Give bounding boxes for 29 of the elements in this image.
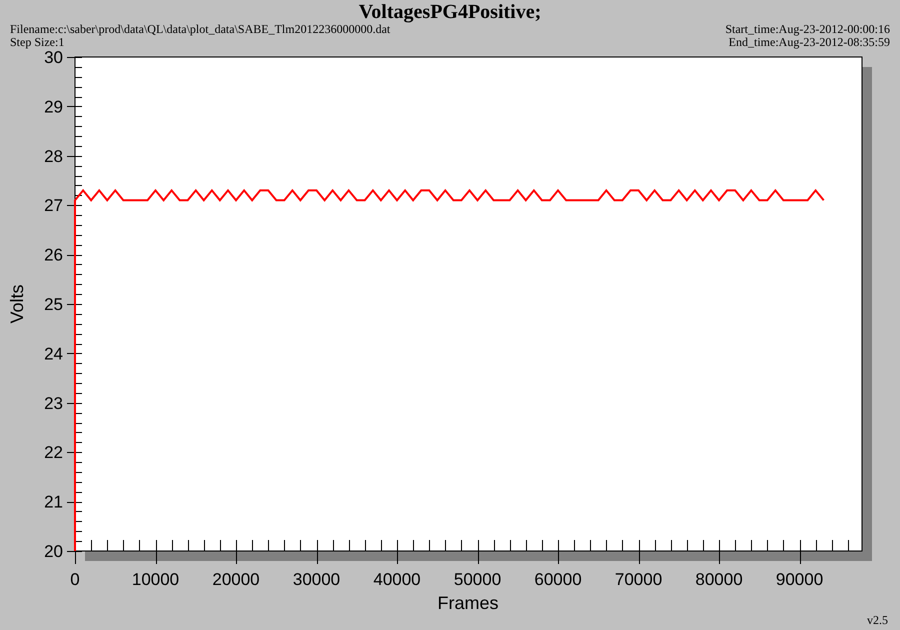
y-axis-title: Volts (7, 284, 27, 324)
y-tick-label: 22 (44, 443, 63, 462)
start-time-label: Start_time:Aug-23-2012-00:00:16 (725, 23, 890, 36)
y-tick-label: 29 (44, 97, 63, 116)
x-tick-label: 30000 (292, 570, 340, 589)
x-tick-label: 90000 (776, 570, 824, 589)
end-time-label: End_time:Aug-23-2012-08:35:59 (728, 36, 890, 49)
chart-title: VoltagesPG4Positive; (358, 0, 542, 23)
y-tick-label: 20 (44, 542, 63, 561)
y-tick-label: 27 (44, 196, 63, 216)
x-tick-label: 0 (70, 570, 80, 589)
y-tick-label: 25 (44, 295, 63, 314)
y-tick-label: 26 (44, 246, 63, 265)
filename-label: Filename:c:\saber\prod\data\QL\data\plot_data\SABE_Tlm2012236000000.dat (10, 23, 390, 36)
x-tick-label: 50000 (454, 570, 502, 589)
x-tick-label: 10000 (132, 570, 180, 589)
y-tick-label: 23 (44, 394, 63, 413)
version-label: v2.5 (867, 613, 888, 627)
x-tick-label: 70000 (614, 570, 662, 589)
x-tick-label: 80000 (695, 570, 743, 589)
x-tick-label: 40000 (373, 570, 421, 589)
y-tick-label: 28 (44, 146, 63, 166)
x-axis-title: Frames (438, 593, 498, 613)
y-tick-label: 21 (44, 492, 63, 512)
x-tick-label: 20000 (212, 570, 260, 589)
x-tick-label: 60000 (534, 570, 582, 589)
y-tick-label: 24 (44, 344, 63, 364)
y-tick-label: 30 (44, 48, 63, 67)
step-size-label: Step Size:1 (10, 36, 64, 49)
